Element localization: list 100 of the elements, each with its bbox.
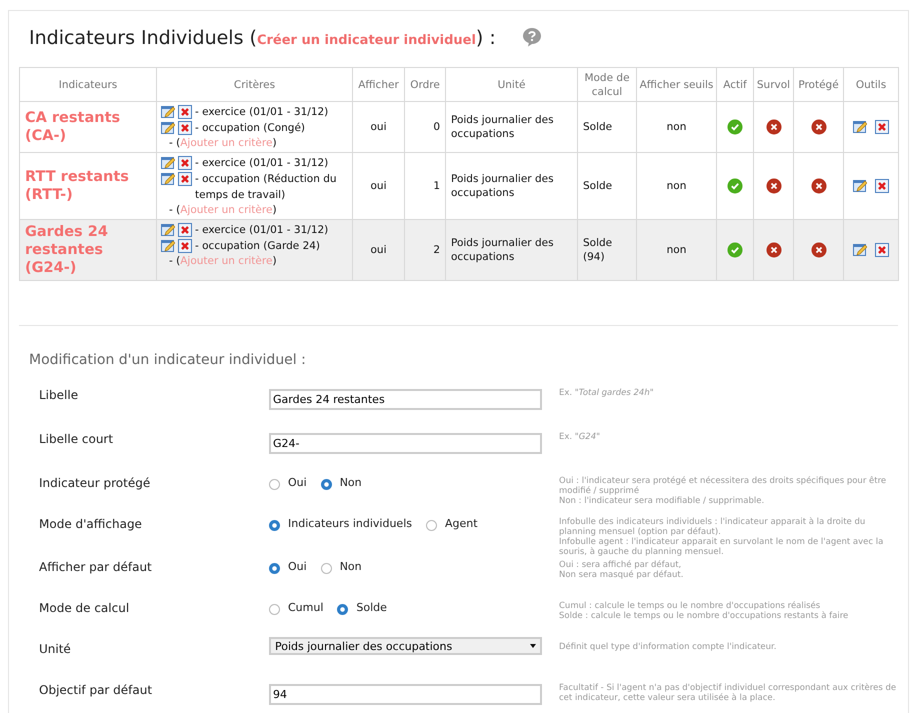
criterion-text: - exercice (01/01 - 31/12) bbox=[195, 156, 328, 171]
table-cell-text: Solde (94) bbox=[583, 236, 614, 264]
radio-button[interactable] bbox=[269, 520, 280, 531]
table-cell: non bbox=[666, 179, 686, 193]
delete-icon[interactable] bbox=[178, 239, 192, 253]
delete-icon[interactable] bbox=[178, 172, 192, 186]
table-cell: 1 bbox=[433, 179, 440, 193]
radio-label: Non bbox=[340, 560, 362, 573]
field-label: Libelle court bbox=[39, 432, 114, 448]
column-header: Afficher bbox=[353, 68, 405, 101]
field-label: Objectif par défaut bbox=[39, 683, 154, 699]
hint-text: Infobulle des indicateurs individuels : l'indicateur apparait à la droite du planning mensuel (option par défaut). bbox=[559, 517, 866, 537]
radio-button[interactable] bbox=[269, 563, 280, 574]
indicator-name: Gardes 24 restantes (G24-) bbox=[25, 223, 109, 277]
table-row[interactable]: Gardes 24 restantes (G24-) - exercice (01/01 - 31/12) - occupation (Garde 24) - (Ajouter un critère) oui 2 Poids journalier des occupations Solde (94) non bbox=[20, 220, 899, 281]
column-header: Critères bbox=[157, 68, 353, 101]
edit-icon[interactable] bbox=[161, 172, 175, 186]
criterion-text: - occupation (Congé) bbox=[195, 121, 306, 136]
delete-icon[interactable] bbox=[178, 223, 192, 237]
table-cell-text: Poids journalier des occupations bbox=[451, 172, 555, 200]
delete-icon[interactable] bbox=[875, 243, 889, 257]
delete-icon[interactable] bbox=[178, 156, 192, 170]
indicator-name: RTT restants (RTT-) bbox=[25, 168, 130, 204]
table-cell: 2 bbox=[433, 243, 440, 257]
delete-icon[interactable] bbox=[178, 105, 192, 119]
table-cell: non bbox=[666, 120, 686, 134]
input-field[interactable]: G24- bbox=[269, 433, 542, 454]
radio-button[interactable] bbox=[426, 520, 437, 531]
column-header: Actif bbox=[717, 68, 754, 101]
field-label: Libelle bbox=[39, 388, 80, 404]
delete-icon[interactable] bbox=[178, 121, 192, 135]
hint-text: Cumul : calcule le temps ou le nombre d'occupations réalisés bbox=[559, 601, 822, 611]
radio-button[interactable] bbox=[320, 479, 332, 490]
hint-text: Solde : calcule le temps ou le nombre d'occupations restants à faire bbox=[559, 611, 850, 621]
hint-text: Oui : sera affiché par défaut, bbox=[559, 560, 682, 570]
column-header: Mode de calcul bbox=[578, 68, 637, 101]
field-label: Afficher par défaut bbox=[39, 560, 153, 576]
field-label: Mode d'affichage bbox=[39, 517, 143, 533]
hint-text: Non : l'indicateur sera modifiable / supprimable. bbox=[559, 496, 766, 506]
column-header: Outils bbox=[844, 68, 899, 101]
radio-label: Indicateurs individuels bbox=[288, 517, 412, 530]
edit-icon[interactable] bbox=[161, 121, 175, 135]
column-header: Ordre bbox=[405, 68, 446, 101]
page-title: Indicateurs Individuels (Créer un indicateur individuel) : bbox=[29, 27, 496, 49]
radio-button[interactable] bbox=[320, 563, 332, 574]
edit-icon[interactable] bbox=[161, 239, 175, 253]
radio-label: Solde bbox=[356, 601, 387, 614]
radio-label: Oui bbox=[288, 476, 307, 489]
radio-label: Oui bbox=[288, 560, 307, 573]
table-cell: 0 bbox=[433, 120, 440, 134]
table-row[interactable]: CA restants (CA-) - exercice (01/01 - 31/12) - occupation (Congé) - (Ajouter un critère) oui 0 Poids journalier des occupations Solde non bbox=[20, 102, 899, 153]
column-header: Protégé bbox=[794, 68, 844, 101]
field-label: Mode de calcul bbox=[39, 601, 130, 617]
dropdown[interactable]: Poids journalier des occupations bbox=[269, 637, 542, 655]
table-cell: non bbox=[666, 243, 686, 257]
criterion-text: - occupation (Garde 24) bbox=[195, 239, 320, 254]
hint-text: Facultatif - Si l'agent n'a pas d'objectif individuel correspondant aux critères de cet indicateur, cette valeur sera utilisée à la place. bbox=[559, 683, 898, 703]
hint-text: Ex. "Total gardes 24h" bbox=[559, 388, 655, 398]
column-header: Survol bbox=[754, 68, 794, 101]
field-label: Indicateur protégé bbox=[39, 476, 152, 492]
table-cell: oui bbox=[370, 179, 386, 193]
table-cell: oui bbox=[370, 120, 386, 134]
indicator-name: CA restants (CA-) bbox=[25, 109, 122, 145]
radio-button[interactable] bbox=[269, 604, 280, 615]
criterion-text: - exercice (01/01 - 31/12) bbox=[195, 223, 328, 238]
add-criterion-line: - (Ajouter un critère) bbox=[169, 204, 277, 216]
delete-icon[interactable] bbox=[875, 120, 889, 134]
table-cell: Solde bbox=[583, 120, 612, 134]
table-cell: Solde bbox=[583, 179, 612, 193]
radio-label: Non bbox=[340, 476, 362, 489]
hint-text: Infobulle agent : l'indicateur apparait en survolant le nom de l'agent avec la souris, à gauche du planning mensuel. bbox=[559, 537, 884, 557]
add-criterion-line: - (Ajouter un critère) bbox=[169, 255, 277, 267]
edit-icon[interactable] bbox=[161, 223, 175, 237]
radio-label: Agent bbox=[445, 517, 478, 530]
add-criterion-line: - (Ajouter un critère) bbox=[169, 137, 277, 149]
field-label: Unité bbox=[39, 642, 72, 658]
edit-icon[interactable] bbox=[853, 120, 867, 134]
criterion-text: - exercice (01/01 - 31/12) bbox=[195, 105, 328, 120]
hint-text: Oui : l'indicateur sera protégé et nécessitera des droits spécifiques pour être modifié / supprimé bbox=[559, 476, 888, 496]
delete-icon[interactable] bbox=[875, 179, 889, 193]
radio-button[interactable] bbox=[269, 479, 280, 490]
column-header: Indicateurs bbox=[20, 68, 157, 101]
table-cell-text: Poids journalier des occupations bbox=[451, 113, 555, 141]
radio-label: Cumul bbox=[288, 601, 324, 614]
edit-icon[interactable] bbox=[161, 105, 175, 119]
help-icon[interactable] bbox=[522, 27, 542, 47]
edit-icon[interactable] bbox=[853, 243, 867, 257]
column-header: Afficher seuils bbox=[637, 68, 717, 101]
hint-text: Définit quel type d'information compte l'indicateur. bbox=[559, 642, 778, 652]
table-cell: oui bbox=[370, 243, 386, 257]
input-field[interactable]: Gardes 24 restantes bbox=[269, 389, 542, 410]
edit-icon[interactable] bbox=[161, 156, 175, 170]
table-row[interactable]: RTT restants (RTT-) - exercice (01/01 - 31/12) - occupation (Réduction du temps de travail) - (Ajouter un critère) oui 1 Poids journalier des occupations Solde non bbox=[20, 153, 899, 220]
hint-text: Ex. "G24" bbox=[559, 432, 602, 442]
table-cell-text: Poids journalier des occupations bbox=[451, 236, 555, 264]
hint-text: Non sera masqué par défaut. bbox=[559, 570, 684, 580]
column-header: Unité bbox=[446, 68, 578, 101]
input-field[interactable]: 94 bbox=[269, 684, 542, 705]
edit-icon[interactable] bbox=[853, 179, 867, 193]
radio-button[interactable] bbox=[337, 604, 348, 615]
